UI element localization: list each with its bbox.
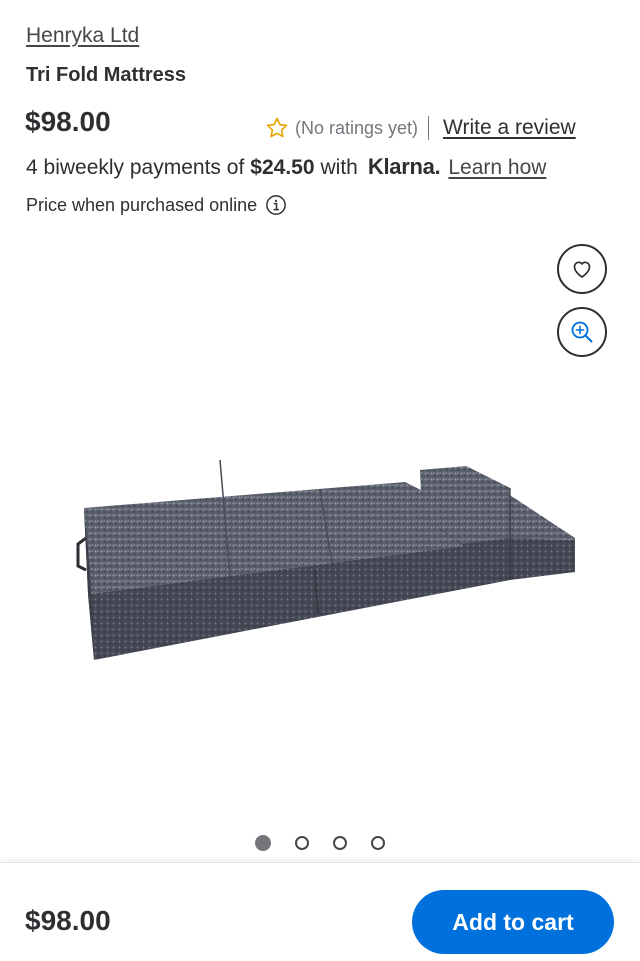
heart-icon bbox=[573, 261, 591, 278]
product-image-mattress bbox=[76, 460, 575, 660]
klarna-prefix: 4 biweekly payments of bbox=[26, 156, 245, 179]
klarna-payment-line: 4 biweekly payments of $24.50 with Klarn… bbox=[26, 154, 546, 180]
product-title: Tri Fold Mattress bbox=[26, 64, 187, 86]
price-note: Price when purchased online bbox=[26, 194, 287, 216]
rating-status: (No ratings yet) bbox=[295, 117, 419, 138]
klarna-with: with bbox=[320, 156, 358, 179]
info-icon[interactable] bbox=[265, 194, 287, 216]
carousel-dot-4[interactable] bbox=[371, 836, 385, 850]
rating-row: (No ratings yet) Write a review bbox=[265, 114, 576, 142]
klarna-learn-link[interactable]: Learn how bbox=[448, 156, 546, 180]
footer-price: $98.00 bbox=[25, 905, 111, 936]
add-to-cart-button[interactable]: Add to cart bbox=[412, 890, 614, 954]
write-review-link[interactable]: Write a review bbox=[443, 116, 576, 140]
carousel-dot-2[interactable] bbox=[295, 836, 309, 850]
zoom-in-icon bbox=[571, 321, 593, 343]
sticky-cart-bar: $98.00 Add to cart bbox=[0, 862, 640, 961]
klarna-amount: $24.50 bbox=[250, 156, 315, 179]
star-outline-icon bbox=[266, 117, 288, 138]
price-note-text: Price when purchased online bbox=[26, 194, 258, 215]
carousel-dot-3[interactable] bbox=[333, 836, 347, 850]
image-carousel-dots bbox=[0, 835, 640, 851]
product-price: $98.00 bbox=[25, 106, 111, 137]
rating-divider bbox=[428, 116, 430, 140]
seller-link[interactable]: Henryka Ltd bbox=[26, 24, 139, 48]
zoom-button[interactable] bbox=[557, 307, 607, 357]
favorite-button[interactable] bbox=[557, 244, 607, 294]
carousel-dot-1[interactable] bbox=[255, 835, 271, 851]
klarna-logo: Klarna. bbox=[367, 154, 441, 179]
